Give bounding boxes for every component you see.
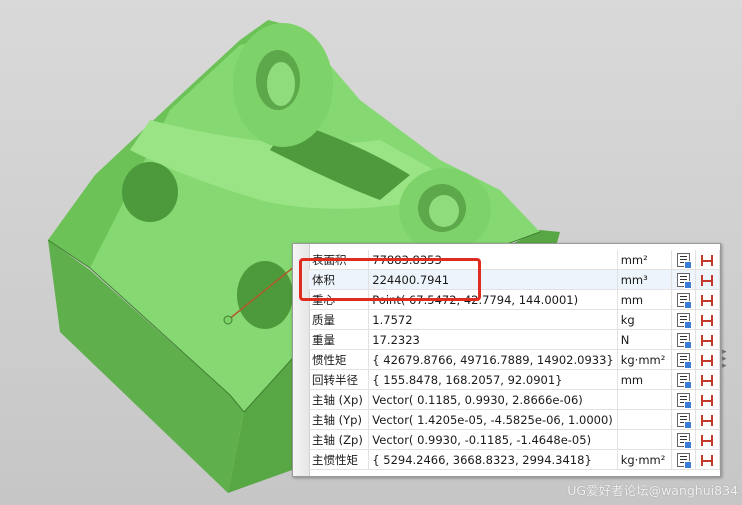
measurement-row[interactable]: 质量 1.7572 kg	[309, 309, 721, 330]
measurement-row[interactable]: 回转半径{ 155.8478, 168.2057, 92.0901} mm	[309, 369, 721, 390]
measurement-value[interactable]: Vector( 1.4205e-05, -4.5825e-06, 1.0000)	[368, 409, 618, 430]
export-xy-icon	[700, 414, 714, 427]
measurement-value[interactable]: 224400.7941	[368, 269, 618, 290]
measurement-name: 主惯性矩	[309, 449, 370, 470]
copy-to-info-button[interactable]	[671, 309, 696, 330]
measurement-value[interactable]: Vector( 0.1185, 0.9930, 2.8666e-06)	[368, 389, 618, 410]
measurement-value[interactable]: 17.2323	[368, 329, 618, 350]
measurement-name: 重量	[309, 329, 370, 350]
export-xy-icon	[700, 274, 714, 287]
measurement-unit: kg·mm²	[617, 349, 672, 370]
export-xy-button[interactable]	[695, 429, 721, 450]
measurement-value[interactable]: { 5294.2466, 3668.8323, 2994.3418}	[368, 449, 618, 470]
measurement-table: 表面积 77883.8353 mm² 体积 224400.7941 mm³ 重心 Point(…	[309, 250, 721, 470]
measurement-name: 回转半径	[309, 369, 370, 390]
export-xy-button[interactable]	[695, 329, 721, 350]
measurement-value[interactable]: { 155.8478, 168.2057, 92.0901}	[368, 369, 618, 390]
measurement-name: 质量	[309, 309, 370, 330]
export-xy-icon	[700, 374, 714, 387]
measurement-value[interactable]: { 42679.8766, 49716.7889, 14902.0933}	[368, 349, 618, 370]
export-xy-icon	[700, 394, 714, 407]
measurement-unit: kg	[617, 309, 672, 330]
copy-to-info-button[interactable]	[671, 429, 696, 450]
cog-marker[interactable]	[223, 315, 233, 325]
copy-to-info-icon	[676, 332, 692, 349]
measurement-name: 体积	[309, 269, 370, 290]
copy-to-info-icon	[676, 312, 692, 329]
copy-to-info-icon	[676, 372, 692, 389]
copy-to-info-button[interactable]	[671, 349, 696, 370]
measurement-name: 表面积	[309, 250, 370, 270]
measurement-row[interactable]: 惯性矩{ 42679.8766, 49716.7889, 14902.0933}…	[309, 349, 721, 370]
measurement-row[interactable]: 主惯性矩{ 5294.2466, 3668.8323, 2994.3418} kg…	[309, 449, 721, 470]
export-xy-icon	[700, 454, 714, 467]
copy-to-info-icon	[676, 292, 692, 309]
copy-to-info-button[interactable]	[671, 269, 696, 290]
measurement-row[interactable]: 主轴 (Yp) Vector( 1.4205e-05, -4.5825e-06, …	[309, 409, 721, 430]
copy-to-info-icon	[676, 392, 692, 409]
lug-top-hole-inner	[267, 62, 295, 106]
export-xy-button[interactable]	[695, 349, 721, 370]
copy-to-info-button[interactable]	[671, 329, 696, 350]
measurement-value[interactable]: Point( 67.5472, 42.7794, 144.0001)	[368, 289, 618, 310]
measurement-unit	[617, 429, 672, 450]
copy-to-info-icon	[676, 272, 692, 289]
lug-right-hole-inner	[429, 195, 459, 227]
copy-to-info-icon	[676, 412, 692, 429]
measurement-row[interactable]: 主轴 (Zp) Vector( 0.9930, -0.1185, -1.4648e…	[309, 429, 721, 450]
measurement-row[interactable]: 重心 Point( 67.5472, 42.7794, 144.0001) mm	[309, 289, 721, 310]
measurement-value[interactable]: Vector( 0.9930, -0.1185, -1.4648e-05)	[368, 429, 618, 450]
export-xy-button[interactable]	[695, 309, 721, 330]
measurement-row[interactable]: 主轴 (Xp) Vector( 0.1185, 0.9930, 2.8666e-0…	[309, 389, 721, 410]
measurement-unit	[617, 389, 672, 410]
copy-to-info-icon	[676, 452, 692, 469]
measurement-name: 主轴 (Yp)	[309, 409, 370, 430]
export-xy-icon	[700, 334, 714, 347]
copy-to-info-icon	[676, 432, 692, 449]
measurement-name: 主轴 (Zp)	[309, 429, 370, 450]
measurement-unit: mm³	[617, 269, 672, 290]
measurement-unit: mm	[617, 289, 672, 310]
watermark: UG爱好者论坛@wanghui834	[567, 483, 738, 498]
export-xy-icon	[700, 254, 714, 267]
export-xy-button[interactable]	[695, 369, 721, 390]
copy-to-info-button[interactable]	[671, 409, 696, 430]
saddle-hole-left	[122, 162, 178, 222]
copy-to-info-button[interactable]	[671, 250, 696, 270]
measure-body-results-panel: 表面积 77883.8353 mm² 体积 224400.7941 mm³ 重心 Point(…	[292, 243, 721, 477]
copy-to-info-button[interactable]	[671, 369, 696, 390]
measurement-unit: mm²	[617, 250, 672, 270]
export-xy-button[interactable]	[695, 289, 721, 310]
saddle-hole-center	[237, 261, 293, 329]
export-xy-button[interactable]	[695, 269, 721, 290]
measurement-row[interactable]: 重量 17.2323 N	[309, 329, 721, 350]
copy-to-info-button[interactable]	[671, 289, 696, 310]
measurement-value[interactable]: 1.7572	[368, 309, 618, 330]
measurement-name: 重心	[309, 289, 370, 310]
export-xy-icon	[700, 294, 714, 307]
export-xy-icon	[700, 354, 714, 367]
export-xy-icon	[700, 314, 714, 327]
measurement-unit: mm	[617, 369, 672, 390]
measurement-rows: 表面积 77883.8353 mm² 体积 224400.7941 mm³ 重心 Point(…	[309, 250, 721, 470]
measurement-unit: kg·mm²	[617, 449, 672, 470]
copy-to-info-icon	[676, 352, 692, 369]
panel-gutter	[293, 244, 310, 476]
measurement-row[interactable]: 表面积 77883.8353 mm²	[309, 250, 721, 270]
export-xy-button[interactable]	[695, 389, 721, 410]
panel-expand-arrows-icon[interactable]: ▸ ▸ ▸	[722, 348, 727, 371]
measurement-unit: N	[617, 329, 672, 350]
measurement-unit	[617, 409, 672, 430]
measurement-name: 惯性矩	[309, 349, 370, 370]
measurement-value[interactable]: 77883.8353	[368, 250, 618, 270]
export-xy-button[interactable]	[695, 409, 721, 430]
measurement-name: 主轴 (Xp)	[309, 389, 370, 410]
measurement-row[interactable]: 体积 224400.7941 mm³	[309, 269, 721, 290]
copy-to-info-button[interactable]	[671, 389, 696, 410]
export-xy-button[interactable]	[695, 250, 721, 270]
export-xy-icon	[700, 434, 714, 447]
export-xy-button[interactable]	[695, 449, 721, 470]
copy-to-info-button[interactable]	[671, 449, 696, 470]
copy-to-info-icon	[676, 252, 692, 269]
